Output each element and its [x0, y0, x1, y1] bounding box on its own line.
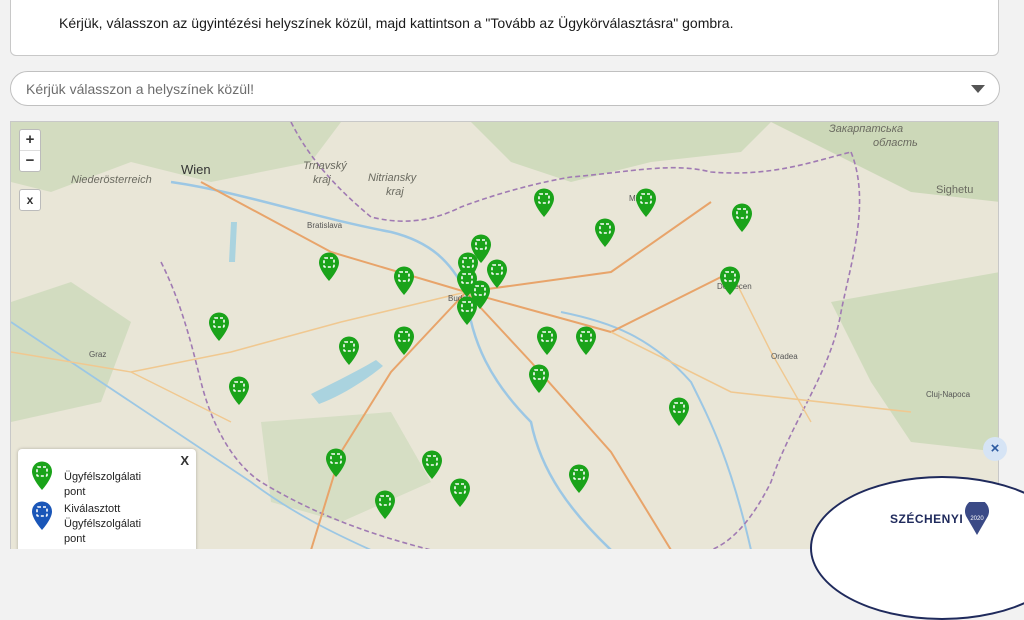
map-marker-icon: [422, 450, 442, 479]
service-point-marker[interactable]: [456, 296, 478, 326]
map-label-bratislava: Bratislava: [307, 221, 343, 230]
notice-text: Kérjük, válasszon az ügyintézési helyszí…: [59, 15, 734, 31]
service-point-marker[interactable]: [338, 336, 360, 366]
service-point-marker[interactable]: [208, 312, 230, 342]
map-marker-icon: [576, 326, 596, 355]
map-marker-icon: [720, 266, 740, 295]
map-label-oradea: Oradea: [771, 352, 798, 361]
map-label-trnavsky-kraj: kraj: [313, 174, 331, 186]
service-point-marker[interactable]: [575, 326, 597, 356]
map-marker-icon: [457, 296, 477, 325]
legend-label-selected-line2: Ügyfélszolgálati pont: [64, 518, 142, 545]
service-point-marker[interactable]: [568, 464, 590, 494]
map-close-button[interactable]: x: [19, 189, 41, 211]
map-label-graz: Graz: [89, 350, 107, 359]
map-marker-icon: [209, 312, 229, 341]
szechenyi-text: SZÉCHENYI: [890, 512, 964, 526]
service-point-marker[interactable]: [421, 450, 443, 480]
map-marker-icon: [534, 188, 554, 217]
service-point-marker[interactable]: [635, 188, 657, 218]
map-label-niederosterreich: Niederösterreich: [71, 174, 152, 186]
map-label-nitriansky: Nitriansky: [368, 172, 417, 184]
chevron-down-icon[interactable]: [971, 85, 985, 93]
map-marker-icon: [669, 397, 689, 426]
map-marker-icon: [595, 218, 615, 247]
map-marker-icon: [319, 252, 339, 281]
service-point-marker[interactable]: [528, 364, 550, 394]
service-point-marker[interactable]: [374, 490, 396, 520]
map-marker-icon: [529, 364, 549, 393]
legend-label-selected-line1: Kiválasztott: [64, 503, 121, 515]
blue-marker-icon: [32, 501, 52, 530]
map-marker-icon: [326, 448, 346, 477]
map-label-wien: Wien: [181, 162, 211, 177]
map-label-trnavsky: Trnavský: [303, 160, 347, 172]
map-marker-icon: [394, 266, 414, 295]
legend-label-service-point: Ügyfélszolgálati pont: [64, 471, 142, 498]
service-point-marker[interactable]: [731, 203, 753, 233]
close-badge-button[interactable]: ×: [983, 437, 1007, 461]
map[interactable]: Wien Niederösterreich Trnavský kraj Nitr…: [10, 121, 999, 549]
zoom-control: + −: [19, 129, 41, 172]
service-point-marker[interactable]: [449, 478, 471, 508]
map-label-nitriansky-kraj: kraj: [386, 186, 404, 198]
map-marker-icon: [229, 376, 249, 405]
service-point-marker[interactable]: [594, 218, 616, 248]
zoom-in-button[interactable]: +: [20, 130, 40, 150]
zoom-out-button[interactable]: −: [20, 150, 40, 171]
map-label-sighetu: Sighetu: [936, 184, 974, 196]
service-point-marker[interactable]: [228, 376, 250, 406]
map-marker-icon: [732, 203, 752, 232]
service-point-marker[interactable]: [318, 252, 340, 282]
service-point-marker[interactable]: [325, 448, 347, 478]
legend-close-button[interactable]: X: [180, 453, 189, 468]
szechenyi-logo-icon: 2020: [965, 502, 989, 535]
map-label-oblast: область: [873, 137, 918, 149]
map-label-cluj-napoca: Cluj-Napoca: [926, 390, 971, 399]
map-marker-icon: [339, 336, 359, 365]
map-marker-icon: [569, 464, 589, 493]
map-marker-icon: [375, 490, 395, 519]
service-point-marker[interactable]: [533, 188, 555, 218]
location-select[interactable]: Kérjük válasszon a helyszínek közül!: [10, 71, 1000, 106]
map-marker-icon: [636, 188, 656, 217]
map-marker-icon: [394, 326, 414, 355]
service-point-marker[interactable]: [393, 326, 415, 356]
service-point-marker[interactable]: [668, 397, 690, 427]
service-point-marker[interactable]: [536, 326, 558, 356]
location-select-placeholder: Kérjük válasszon a helyszínek közül!: [26, 81, 254, 97]
szechenyi-year: 2020: [970, 516, 984, 522]
map-marker-icon: [537, 326, 557, 355]
map-legend: X Ügyfélszolgálati pont Kiválasztott Ügy…: [18, 449, 196, 549]
map-label-zakarpatska: Закарпатська: [829, 123, 904, 135]
green-marker-icon: [32, 461, 52, 490]
map-marker-icon: [450, 478, 470, 507]
notice-box: Kérjük, válasszon az ügyintézési helyszí…: [10, 0, 999, 56]
service-point-marker[interactable]: [393, 266, 415, 296]
service-point-marker[interactable]: [719, 266, 741, 296]
